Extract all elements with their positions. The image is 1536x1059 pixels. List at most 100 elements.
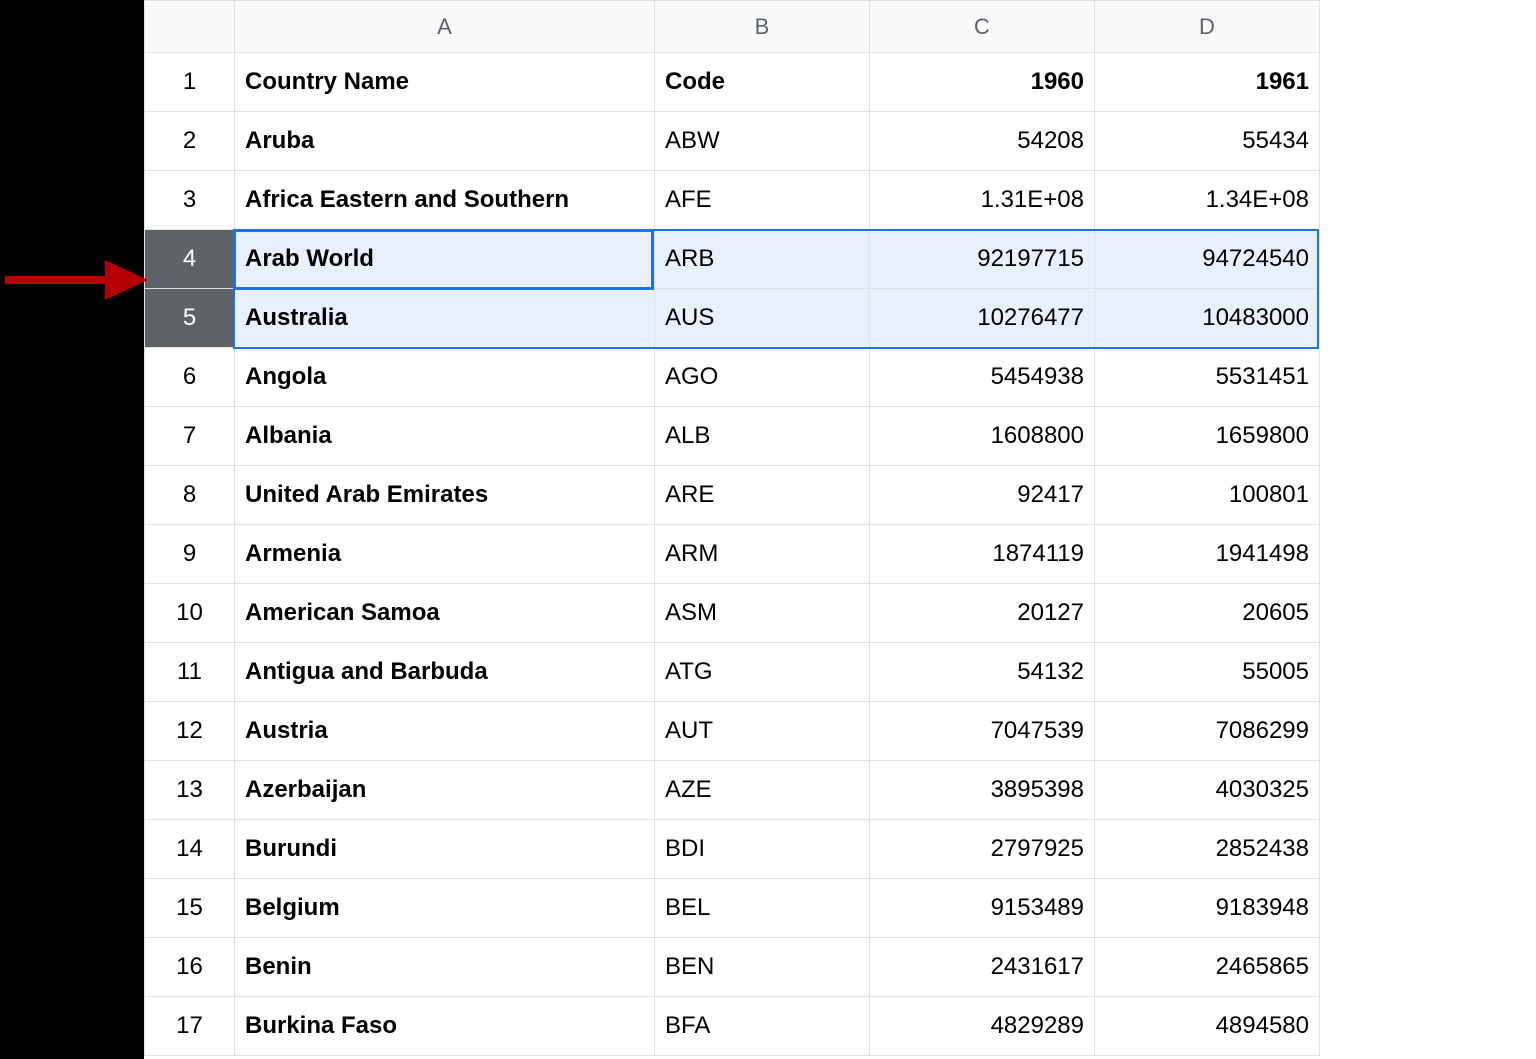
cell-1960[interactable]: 92197715 — [870, 230, 1095, 289]
table-row[interactable]: 3 Africa Eastern and Southern AFE 1.31E+… — [145, 171, 1320, 230]
column-header-row[interactable]: A B C D — [145, 1, 1320, 53]
cell-1960[interactable]: 2431617 — [870, 938, 1095, 997]
row-header[interactable]: 12 — [145, 702, 235, 761]
cell-1960[interactable]: 54208 — [870, 112, 1095, 171]
cell-D1[interactable]: 1961 — [1095, 53, 1320, 112]
row-header[interactable]: 9 — [145, 525, 235, 584]
table-row[interactable]: 14 Burundi BDI 2797925 2852438 — [145, 820, 1320, 879]
table-row[interactable]: 9 Armenia ARM 1874119 1941498 — [145, 525, 1320, 584]
row-header[interactable]: 14 — [145, 820, 235, 879]
cell-code[interactable]: ARM — [655, 525, 870, 584]
cell-1961[interactable]: 1.34E+08 — [1095, 171, 1320, 230]
row-header[interactable]: 1 — [145, 53, 235, 112]
row-header[interactable]: 15 — [145, 879, 235, 938]
table-row[interactable]: 2 Aruba ABW 54208 55434 — [145, 112, 1320, 171]
cell-1961[interactable]: 5531451 — [1095, 348, 1320, 407]
cell-1961[interactable]: 4030325 — [1095, 761, 1320, 820]
cell-country[interactable]: Angola — [235, 348, 655, 407]
row-header[interactable]: 2 — [145, 112, 235, 171]
cell-country[interactable]: Armenia — [235, 525, 655, 584]
cell-code[interactable]: BDI — [655, 820, 870, 879]
spreadsheet[interactable]: A B C D 1 Country Name Code 1960 1961 2 … — [144, 0, 1536, 1056]
cell-code[interactable]: ALB — [655, 407, 870, 466]
cell-1960[interactable]: 3895398 — [870, 761, 1095, 820]
cell-1960[interactable]: 1874119 — [870, 525, 1095, 584]
row-header[interactable]: 8 — [145, 466, 235, 525]
cell-country[interactable]: Arab World — [235, 230, 655, 289]
cell-code[interactable]: ABW — [655, 112, 870, 171]
table-row[interactable]: 11 Antigua and Barbuda ATG 54132 55005 — [145, 643, 1320, 702]
table-row[interactable]: 6 Angola AGO 5454938 5531451 — [145, 348, 1320, 407]
row-header[interactable]: 13 — [145, 761, 235, 820]
cell-country[interactable]: American Samoa — [235, 584, 655, 643]
cell-1961[interactable]: 55434 — [1095, 112, 1320, 171]
cell-1960[interactable]: 20127 — [870, 584, 1095, 643]
cell-1961[interactable]: 1659800 — [1095, 407, 1320, 466]
cell-1960[interactable]: 9153489 — [870, 879, 1095, 938]
cell-B1[interactable]: Code — [655, 53, 870, 112]
cell-1960[interactable]: 2797925 — [870, 820, 1095, 879]
table-row-selected[interactable]: 4 Arab World ARB 92197715 94724540 — [145, 230, 1320, 289]
table-row[interactable]: 8 United Arab Emirates ARE 92417 100801 — [145, 466, 1320, 525]
cell-1961[interactable]: 2465865 — [1095, 938, 1320, 997]
row-header[interactable]: 16 — [145, 938, 235, 997]
cell-1961[interactable]: 7086299 — [1095, 702, 1320, 761]
row-header[interactable]: 17 — [145, 997, 235, 1056]
cell-1960[interactable]: 92417 — [870, 466, 1095, 525]
table-row[interactable]: 13 Azerbaijan AZE 3895398 4030325 — [145, 761, 1320, 820]
cell-1961[interactable]: 1941498 — [1095, 525, 1320, 584]
table-row[interactable]: 12 Austria AUT 7047539 7086299 — [145, 702, 1320, 761]
table-row[interactable]: 17 Burkina Faso BFA 4829289 4894580 — [145, 997, 1320, 1056]
cell-1960[interactable]: 1.31E+08 — [870, 171, 1095, 230]
cell-country[interactable]: United Arab Emirates — [235, 466, 655, 525]
cell-1961[interactable]: 9183948 — [1095, 879, 1320, 938]
cell-1961[interactable]: 55005 — [1095, 643, 1320, 702]
cell-1960[interactable]: 5454938 — [870, 348, 1095, 407]
cell-1961[interactable]: 94724540 — [1095, 230, 1320, 289]
row-header[interactable]: 10 — [145, 584, 235, 643]
cell-country[interactable]: Africa Eastern and Southern — [235, 171, 655, 230]
cell-code[interactable]: AZE — [655, 761, 870, 820]
table-row[interactable]: 10 American Samoa ASM 20127 20605 — [145, 584, 1320, 643]
cell-code[interactable]: BEN — [655, 938, 870, 997]
row-header[interactable]: 7 — [145, 407, 235, 466]
cell-1960[interactable]: 54132 — [870, 643, 1095, 702]
cell-1961[interactable]: 2852438 — [1095, 820, 1320, 879]
row-header-selected[interactable]: 5 — [145, 289, 235, 348]
cell-1960[interactable]: 7047539 — [870, 702, 1095, 761]
table-row[interactable]: 16 Benin BEN 2431617 2465865 — [145, 938, 1320, 997]
cell-country[interactable]: Azerbaijan — [235, 761, 655, 820]
row-header-selected[interactable]: 4 — [145, 230, 235, 289]
cell-code[interactable]: BEL — [655, 879, 870, 938]
select-all-corner[interactable] — [145, 1, 235, 53]
table-row[interactable]: 7 Albania ALB 1608800 1659800 — [145, 407, 1320, 466]
spreadsheet-grid[interactable]: A B C D 1 Country Name Code 1960 1961 2 … — [144, 0, 1320, 1056]
table-row-selected[interactable]: 5 Australia AUS 10276477 10483000 — [145, 289, 1320, 348]
cell-1961[interactable]: 4894580 — [1095, 997, 1320, 1056]
cell-1960[interactable]: 1608800 — [870, 407, 1095, 466]
col-header-C[interactable]: C — [870, 1, 1095, 53]
cell-code[interactable]: AFE — [655, 171, 870, 230]
col-header-B[interactable]: B — [655, 1, 870, 53]
cell-1960[interactable]: 10276477 — [870, 289, 1095, 348]
cell-country[interactable]: Burkina Faso — [235, 997, 655, 1056]
col-header-D[interactable]: D — [1095, 1, 1320, 53]
cell-1961[interactable]: 20605 — [1095, 584, 1320, 643]
cell-country[interactable]: Belgium — [235, 879, 655, 938]
table-row[interactable]: 15 Belgium BEL 9153489 9183948 — [145, 879, 1320, 938]
cell-country[interactable]: Aruba — [235, 112, 655, 171]
cell-country[interactable]: Albania — [235, 407, 655, 466]
row-header[interactable]: 11 — [145, 643, 235, 702]
cell-country[interactable]: Benin — [235, 938, 655, 997]
col-header-A[interactable]: A — [235, 1, 655, 53]
cell-country[interactable]: Burundi — [235, 820, 655, 879]
cell-1961[interactable]: 10483000 — [1095, 289, 1320, 348]
row-header[interactable]: 3 — [145, 171, 235, 230]
cell-code[interactable]: ATG — [655, 643, 870, 702]
cell-code[interactable]: ASM — [655, 584, 870, 643]
cell-code[interactable]: ARE — [655, 466, 870, 525]
table-row[interactable]: 1 Country Name Code 1960 1961 — [145, 53, 1320, 112]
cell-1961[interactable]: 100801 — [1095, 466, 1320, 525]
cell-code[interactable]: AGO — [655, 348, 870, 407]
cell-country[interactable]: Antigua and Barbuda — [235, 643, 655, 702]
